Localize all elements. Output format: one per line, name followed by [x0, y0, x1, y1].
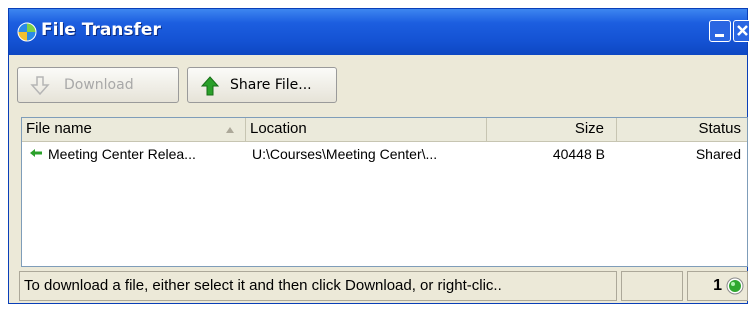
cell-location: U:\Courses\Meeting Center\... — [252, 146, 438, 162]
window-title: File Transfer — [41, 20, 161, 40]
share-file-button[interactable]: Share File... — [187, 67, 337, 103]
cell-status: Shared — [695, 146, 741, 162]
column-label-size: Size — [574, 120, 604, 137]
app-icon — [17, 22, 37, 42]
file-transfer-window: File Transfer Download Share File... Fil… — [8, 8, 749, 304]
status-message: To download a file, either select it and… — [19, 271, 617, 301]
download-button[interactable]: Download — [17, 67, 179, 103]
status-panel — [621, 271, 683, 301]
upload-arrow-icon — [200, 76, 220, 96]
file-count: 1 — [713, 277, 722, 294]
title-bar[interactable]: File Transfer — [9, 9, 749, 55]
column-header-location[interactable]: Location — [246, 118, 487, 141]
sort-ascending-icon — [226, 127, 234, 133]
connection-status-icon — [726, 277, 744, 295]
toolbar: Download Share File... — [9, 55, 747, 113]
column-header-file-name[interactable]: File name — [22, 118, 246, 141]
download-arrow-icon — [30, 76, 50, 96]
column-label-status: Status — [698, 120, 741, 137]
share-file-label: Share File... — [230, 77, 312, 93]
cell-size: 40448 B — [552, 146, 605, 162]
shared-arrow-icon — [30, 149, 42, 157]
close-button[interactable] — [733, 20, 749, 42]
list-header: File name Location Size Status — [22, 118, 747, 142]
minimize-button[interactable] — [709, 20, 731, 42]
column-header-size[interactable]: Size — [487, 118, 617, 141]
file-list[interactable]: File name Location Size Status Meeting C… — [21, 117, 748, 267]
cell-file-name: Meeting Center Relea... — [48, 146, 196, 162]
status-bar: To download a file, either select it and… — [19, 271, 748, 301]
download-label: Download — [64, 77, 134, 93]
table-row[interactable]: Meeting Center Relea... U:\Courses\Meeti… — [22, 143, 747, 165]
column-label-location: Location — [250, 120, 307, 137]
column-header-status[interactable]: Status — [617, 118, 747, 141]
close-icon — [737, 25, 748, 36]
status-count-panel: 1 — [687, 271, 748, 301]
minimize-icon — [715, 34, 724, 37]
column-label-file-name: File name — [26, 120, 92, 137]
